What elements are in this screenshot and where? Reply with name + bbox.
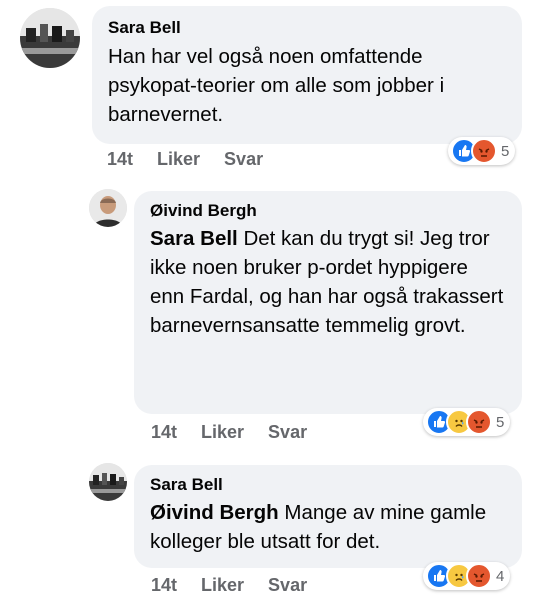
reaction-summary[interactable]: 5: [423, 408, 511, 436]
like-button[interactable]: Liker: [201, 575, 244, 596]
like-button[interactable]: Liker: [157, 149, 200, 170]
comment-actions: 14t Liker Svar: [151, 422, 307, 443]
avatar[interactable]: [89, 463, 127, 501]
reaction-summary[interactable]: 5: [448, 137, 516, 165]
angry-icon: [466, 563, 492, 589]
reaction-count: 4: [496, 567, 505, 585]
comment-text: Han har vel også noen omfattende psykopa…: [108, 42, 506, 129]
comment-timestamp[interactable]: 14t: [107, 149, 133, 170]
comment-bubble: Sara Bell Øivind Bergh Mange av mine gam…: [134, 465, 522, 568]
mention-link[interactable]: Øivind Bergh: [150, 501, 279, 524]
comment-timestamp[interactable]: 14t: [151, 422, 177, 443]
comment-bubble: Sara Bell Han har vel også noen omfatten…: [92, 6, 522, 144]
avatar-image: [89, 463, 127, 501]
comment-text: Sara Bell Det kan du trygt si! Jeg tror …: [150, 224, 506, 340]
comment-author[interactable]: Sara Bell: [150, 475, 506, 495]
reaction-summary[interactable]: 4: [423, 562, 511, 590]
avatar-image: [89, 189, 127, 227]
reaction-count: 5: [501, 142, 510, 160]
avatar[interactable]: [20, 8, 80, 68]
comment-text: Øivind Bergh Mange av mine gamle kollege…: [150, 498, 506, 556]
reaction-count: 5: [496, 413, 505, 431]
comment-actions: 14t Liker Svar: [107, 149, 263, 170]
angry-icon: [471, 138, 497, 164]
reply-button[interactable]: Svar: [224, 149, 263, 170]
comment-actions: 14t Liker Svar: [151, 575, 307, 596]
reply-button[interactable]: Svar: [268, 575, 307, 596]
mention-link[interactable]: Sara Bell: [150, 227, 238, 250]
reply-button[interactable]: Svar: [268, 422, 307, 443]
comment-timestamp[interactable]: 14t: [151, 575, 177, 596]
comment-bubble: Øivind Bergh Sara Bell Det kan du trygt …: [134, 191, 522, 414]
like-button[interactable]: Liker: [201, 422, 244, 443]
avatar[interactable]: [89, 189, 127, 227]
avatar-image: [20, 8, 80, 68]
comment-author[interactable]: Øivind Bergh: [150, 201, 506, 221]
angry-icon: [466, 409, 492, 435]
comment-body: Han har vel også noen omfattende psykopa…: [108, 45, 445, 126]
comment-author[interactable]: Sara Bell: [108, 18, 506, 38]
